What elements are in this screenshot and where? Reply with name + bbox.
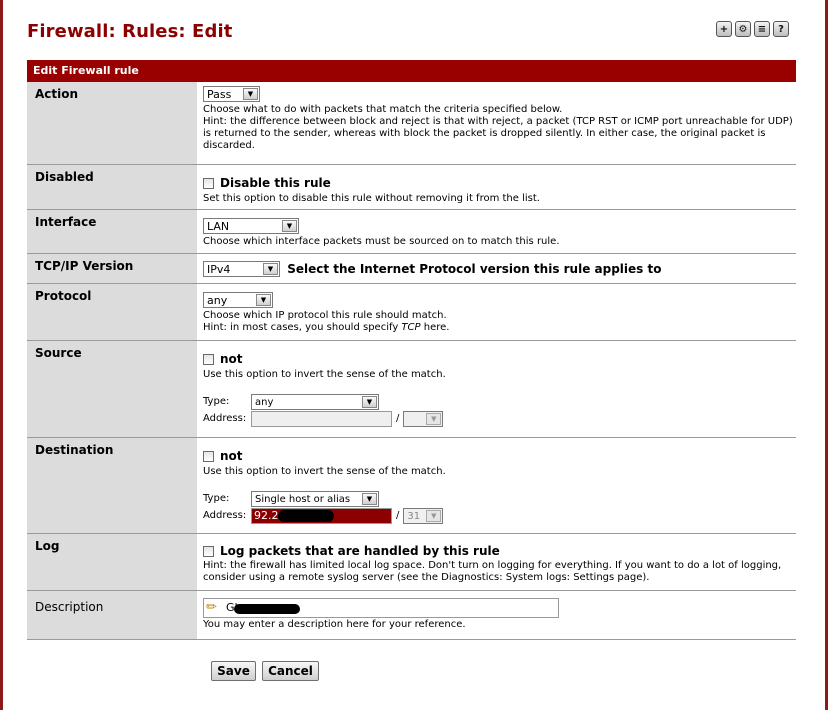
toolbar-icons: + ⚙ ≡ ? [716,21,789,37]
tcpip-select[interactable]: IPv4 ▼ [203,261,280,277]
protocol-help: Choose which IP protocol this rule shoul… [203,310,447,321]
chevron-down-icon: ▼ [243,88,258,100]
chevron-down-icon: ▼ [426,412,442,425]
disabled-label: Disabled [27,165,197,209]
destination-mask-value: 31 [407,510,421,522]
tcpip-label: TCP/IP Version [27,254,197,283]
protocol-hint: Hint: in most cases, you should specify … [203,322,450,333]
destination-slash: / [396,509,400,521]
protocol-label: Protocol [27,284,197,340]
chevron-down-icon: ▼ [362,492,377,505]
destination-address-label: Address: [203,509,247,521]
destination-mask-select[interactable]: 31 ▼ [403,507,444,524]
log-help: Hint: the firewall has limited local log… [203,560,782,583]
log-icon[interactable]: ≡ [754,21,770,37]
row-source: Source not Use this option to invert the… [27,341,796,438]
source-type-select[interactable]: any ▼ [251,393,379,410]
action-select-value: Pass [207,88,232,101]
interface-help: Choose which interface packets must be s… [203,236,560,247]
chevron-down-icon: ▼ [362,395,377,408]
row-log: Log Log packets that are handled by this… [27,534,796,591]
source-slash: / [396,412,400,424]
source-address-label: Address: [203,412,247,424]
destination-not-checkbox[interactable] [203,451,214,462]
log-label: Log [27,534,197,590]
destination-type-value: Single host or alias [255,493,351,505]
row-description: Description ✏ Gl You may enter a descrip… [27,591,796,640]
source-not-checkbox[interactable] [203,354,214,365]
disable-rule-checkbox[interactable] [203,178,214,189]
action-help: Choose what to do with packets that matc… [203,104,563,115]
action-label: Action [27,82,197,164]
redaction-mark [234,604,300,614]
row-destination: Destination not Use this option to inver… [27,438,796,534]
tcpip-description: Select the Internet Protocol version thi… [287,262,662,276]
disable-rule-checkbox-label: Disable this rule [220,176,331,190]
add-icon[interactable]: + [716,21,732,37]
chevron-down-icon: ▼ [282,220,297,232]
chevron-down-icon: ▼ [256,294,271,306]
description-label: Description [27,591,197,639]
destination-address-input[interactable]: 92.2 [251,507,392,524]
page-title: Firewall: Rules: Edit [27,21,233,42]
row-tcpip-version: TCP/IP Version IPv4 ▼ Select the Interne… [27,254,796,284]
chevron-down-icon: ▼ [426,509,442,522]
tcpip-select-value: IPv4 [207,263,231,276]
protocol-select-value: any [207,294,228,307]
destination-help: Use this option to invert the sense of t… [203,466,446,477]
source-address-input[interactable] [251,410,392,427]
window-border-left [0,0,3,710]
pencil-icon: ✏ [206,600,217,615]
log-packets-checkbox[interactable] [203,546,214,557]
destination-not-label: not [220,449,243,463]
source-type-label: Type: [203,395,230,407]
row-protocol: Protocol any ▼ Choose which IP protocol … [27,284,796,341]
disabled-help: Set this option to disable this rule wit… [203,193,540,204]
chevron-down-icon: ▼ [263,263,278,275]
settings-icon[interactable]: ⚙ [735,21,751,37]
source-label: Source [27,341,197,437]
description-help: You may enter a description here for you… [203,619,466,630]
action-hint: Hint: the difference between block and r… [203,116,793,151]
row-disabled: Disabled Disable this rule Set this opti… [27,165,796,210]
protocol-select[interactable]: any ▼ [203,292,273,308]
interface-select-value: LAN [207,220,230,233]
interface-select[interactable]: LAN ▼ [203,218,299,234]
redaction-mark [278,509,334,522]
interface-label: Interface [27,210,197,253]
destination-label: Destination [27,438,197,533]
row-action: Action Pass ▼ Choose what to do with pac… [27,82,796,165]
save-button[interactable]: Save [211,661,256,681]
destination-type-label: Type: [203,492,230,504]
source-help: Use this option to invert the sense of t… [203,369,446,380]
section-header: Edit Firewall rule [27,60,796,82]
description-input[interactable]: ✏ Gl [203,598,559,618]
source-mask-select[interactable]: ▼ [403,410,444,427]
log-packets-checkbox-label: Log packets that are handled by this rul… [220,544,500,558]
row-interface: Interface LAN ▼ Choose which interface p… [27,210,796,254]
source-type-value: any [255,396,274,408]
help-icon[interactable]: ? [773,21,789,37]
destination-type-select[interactable]: Single host or alias ▼ [251,490,379,507]
cancel-button[interactable]: Cancel [262,661,319,681]
destination-address-value: 92.2 [254,508,279,522]
source-not-label: not [220,352,243,366]
action-select[interactable]: Pass ▼ [203,86,260,102]
